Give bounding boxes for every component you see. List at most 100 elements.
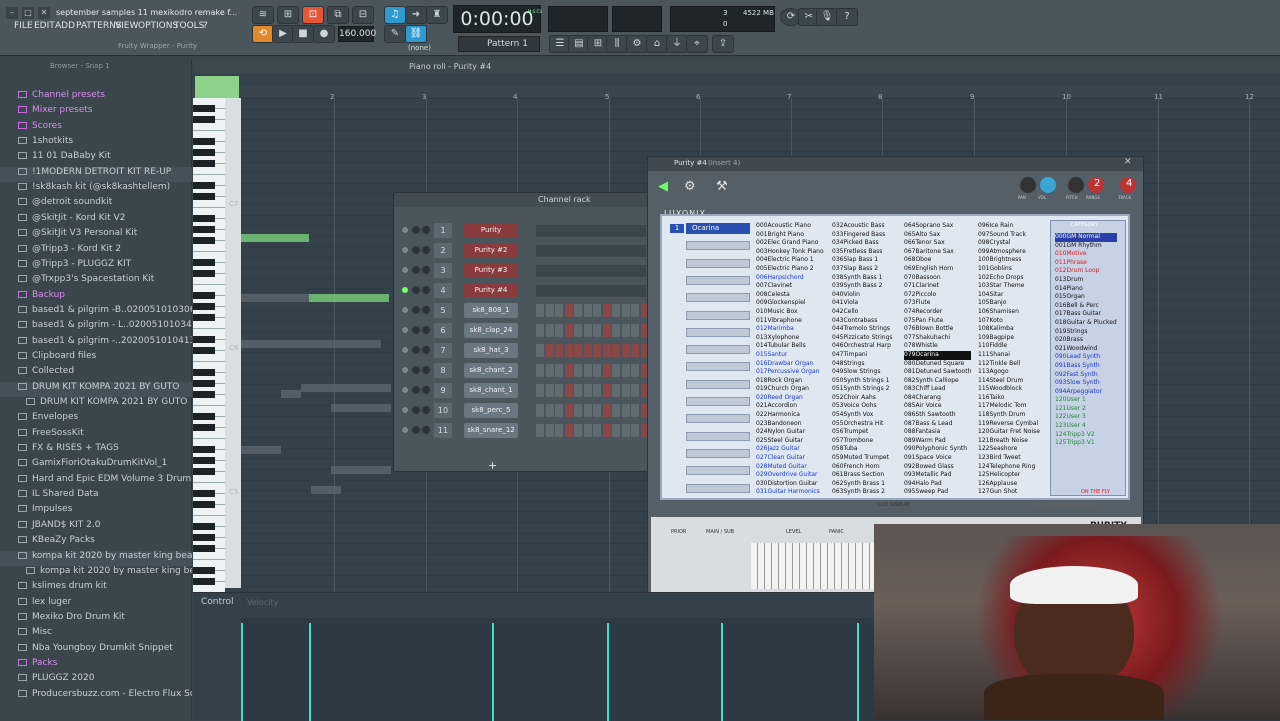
patch-item[interactable]: 061Brass Section <box>832 471 893 480</box>
channel-vol-knob[interactable] <box>422 306 430 314</box>
channel-row[interactable]: 6 sk8_clap_24 <box>394 323 654 343</box>
patch-item[interactable]: 081Detuned Sawtooth <box>904 368 971 377</box>
step-button[interactable] <box>621 324 630 337</box>
part-slot[interactable] <box>686 275 750 285</box>
category-item[interactable]: 092Fast Synth <box>1055 371 1117 380</box>
step-button[interactable] <box>612 304 620 317</box>
patch-item[interactable]: 091Space Voice <box>904 454 971 463</box>
channel-pan-knob[interactable] <box>412 246 420 254</box>
browser-item[interactable]: Clipboard files <box>0 351 192 366</box>
mini-piano-key[interactable] <box>828 543 835 589</box>
channel-led[interactable] <box>402 267 408 273</box>
category-item[interactable]: 011Phrase <box>1055 259 1117 268</box>
mini-piano-key[interactable] <box>765 543 772 589</box>
step-button[interactable] <box>621 364 630 377</box>
step-button[interactable] <box>545 344 554 357</box>
browser-item[interactable]: kompa kit 2020 by master king beat <box>0 566 192 581</box>
channel-vol-knob[interactable] <box>422 406 430 414</box>
patch-item[interactable]: 014Tubular Bells <box>756 342 824 351</box>
step-button[interactable] <box>602 364 611 377</box>
mini-piano-key[interactable] <box>849 543 856 589</box>
black-key[interactable] <box>193 149 215 156</box>
patch-item[interactable]: 121Breath Noise <box>978 437 1040 446</box>
patch-item[interactable]: 073Flute <box>904 299 971 308</box>
step-button[interactable] <box>583 424 592 437</box>
category-item[interactable]: 013Drum <box>1055 276 1117 285</box>
patch-item[interactable]: 038Synth Bass 1 <box>832 274 893 283</box>
patch-item[interactable]: 104Sitar <box>978 291 1040 300</box>
metronome-icon[interactable]: ♫ <box>384 6 406 24</box>
channel-name-button[interactable]: Purity <box>464 223 518 238</box>
category-item[interactable]: 122User 3 <box>1055 413 1117 422</box>
patch-item[interactable]: 009Glockenspiel <box>756 299 824 308</box>
patch-item[interactable]: 037Slap Bass 2 <box>832 265 893 274</box>
mini-piano-key[interactable] <box>751 543 758 589</box>
part-slot[interactable] <box>686 414 750 424</box>
patch-item[interactable]: 080Detuned Square <box>904 360 971 369</box>
mini-piano-key[interactable] <box>842 543 849 589</box>
step-button[interactable] <box>574 424 582 437</box>
black-key[interactable] <box>193 270 215 277</box>
channel-name-button[interactable]: sk8_hat_3 <box>464 343 518 358</box>
browser-item[interactable]: Hard and Epic EDM Volume 3 Drumkit <box>0 474 192 489</box>
step-button[interactable] <box>545 364 554 377</box>
velocity-bar[interactable] <box>241 623 243 721</box>
channel-name-button[interactable]: Purity #3 <box>464 263 518 278</box>
patch-item[interactable]: 045Pizzicato Strings <box>832 334 893 343</box>
piano-note[interactable] <box>241 294 309 302</box>
patch-item[interactable]: 012Marimba <box>756 325 824 334</box>
category-item[interactable]: 091Bass Synth <box>1055 362 1117 371</box>
patch-item[interactable]: 094Halo Pad <box>904 480 971 489</box>
patch-item[interactable]: 123Bird Tweet <box>978 454 1040 463</box>
browser-item[interactable]: IL Shared Data <box>0 489 192 504</box>
patch-column-4[interactable]: 096Ice Rain 097Sound Track 098Crystal 099At… <box>978 222 1040 497</box>
browser-item[interactable]: kompa kit 2020 by master king beat <box>0 550 192 566</box>
play-icon[interactable]: ▶ <box>272 25 294 43</box>
patch-item[interactable]: 043Contrabass <box>832 317 893 326</box>
channel-vol-knob[interactable] <box>422 426 430 434</box>
step-button[interactable] <box>555 304 563 317</box>
browser-item[interactable]: KBeaZy Packs <box>0 535 192 550</box>
browser-item[interactable]: Envelopes <box>0 412 192 427</box>
patch-item[interactable]: 030Distortion Guitar <box>756 480 824 489</box>
channel-pan-knob[interactable] <box>412 286 420 294</box>
menu-view[interactable]: VIEW <box>115 21 138 31</box>
browser-item[interactable]: !sk8kash kit (@sk8kashtellem) <box>0 182 192 197</box>
step-button[interactable] <box>621 404 630 417</box>
channel-number[interactable]: 4 <box>434 283 452 298</box>
channel-pan-knob[interactable] <box>412 406 420 414</box>
channel-led[interactable] <box>402 247 408 253</box>
step-button[interactable] <box>612 324 620 337</box>
patch-item[interactable]: 072Piccolo <box>904 291 971 300</box>
black-key[interactable] <box>193 424 215 431</box>
channel-led[interactable] <box>402 407 408 413</box>
category-item[interactable]: 124Tripp3 V2 <box>1055 431 1117 440</box>
panic-button[interactable]: PANIC <box>829 529 844 535</box>
patch-item[interactable]: 047Timpani <box>832 351 893 360</box>
patch-item[interactable]: 058Tuba <box>832 445 893 454</box>
patch-item[interactable]: 101Goblins <box>978 265 1040 274</box>
channel-led[interactable] <box>402 307 408 313</box>
channel-vol-knob[interactable] <box>422 346 430 354</box>
browser-item[interactable]: based1 & pilgrim -B..020051010306522-001 <box>0 305 192 320</box>
browser-item[interactable]: Collected <box>0 366 192 381</box>
on-the-fly-label[interactable]: ON THE FLY <box>1081 489 1110 495</box>
pencil-icon[interactable]: ✎ <box>384 25 406 43</box>
step-button[interactable] <box>631 304 639 317</box>
patch-item[interactable]: 106Shamisen <box>978 308 1040 317</box>
patch-item[interactable]: 054Synth Vox <box>832 411 893 420</box>
knob-vol[interactable] <box>1040 177 1056 193</box>
black-key[interactable] <box>193 545 215 552</box>
step-button[interactable] <box>574 344 582 357</box>
snap-value[interactable]: (none) <box>408 44 431 52</box>
step-button[interactable] <box>545 384 554 397</box>
browser-item[interactable]: Scores <box>0 121 192 136</box>
patch-item[interactable]: 119Reverse Cymbal <box>978 420 1040 429</box>
channel-vol-knob[interactable] <box>422 286 430 294</box>
part-slot[interactable] <box>686 293 750 303</box>
patch-item[interactable]: 126Applause <box>978 480 1040 489</box>
category-item[interactable]: 014Piano <box>1055 285 1117 294</box>
mixer-icon[interactable]: ⫼ <box>606 35 628 53</box>
step-button[interactable] <box>631 384 639 397</box>
patch-item[interactable]: 069English Horn <box>904 265 971 274</box>
